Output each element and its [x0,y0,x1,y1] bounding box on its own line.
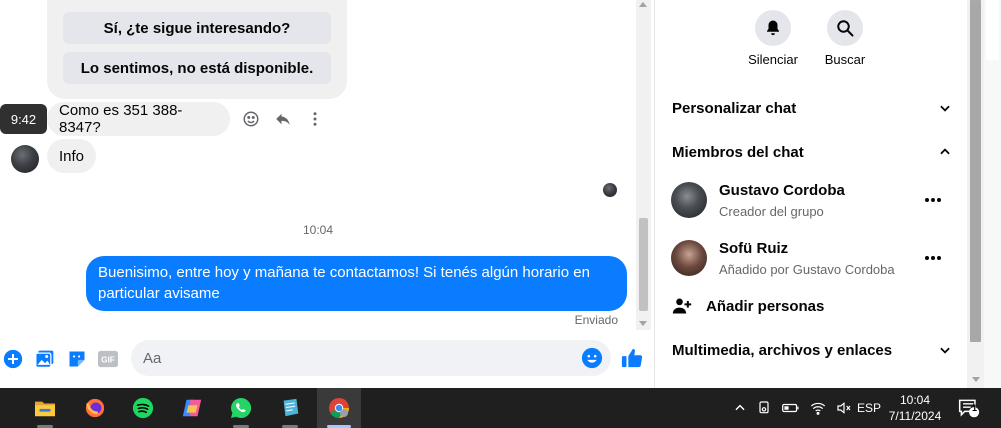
message-input[interactable] [131,340,551,376]
chevron-up-icon [735,404,745,411]
more-options-icon[interactable] [923,250,943,266]
more-icon[interactable] [304,108,326,130]
incoming-message[interactable]: Info [47,139,96,173]
chrome-icon[interactable] [317,388,361,428]
scroll-thumb[interactable] [970,0,981,342]
avatar[interactable] [671,240,707,276]
add-icon[interactable] [2,348,24,370]
quick-reply-interested-button[interactable]: Sí, ¿te sigue interesando? [63,12,331,44]
clock-time: 10:04 [899,393,931,407]
whatsapp-icon[interactable] [219,388,263,428]
avatar[interactable] [671,182,707,218]
search-label: Buscar [824,52,866,67]
more-options-icon[interactable] [923,192,943,208]
mute-action[interactable]: Silenciar [733,10,813,67]
sender-avatar[interactable] [11,145,39,173]
section-title: Miembros del chat [672,143,804,161]
chat-info-panel: Silenciar Buscar Personalizar chat Miemb… [655,0,967,388]
gif-icon[interactable]: GIF [97,348,119,370]
member-role: Creador del grupo [719,204,824,219]
spotify-icon[interactable] [121,388,165,428]
image-icon[interactable] [34,348,56,370]
chevron-down-icon [940,347,950,354]
chat-pane: Sí, ¿te sigue interesando? Lo sentimos, … [0,0,636,388]
member-role: Añadido por Gustavo Cordoba [719,262,895,277]
system-tray [756,388,852,428]
chevron-up-icon [940,148,950,155]
chevron-down-icon [940,105,950,112]
member-name: Sofü Ruiz [719,240,789,257]
section-title: Personalizar chat [672,99,797,117]
notification-count: 1 [972,403,978,413]
scroll-thumb[interactable] [986,0,999,60]
search-action[interactable]: Buscar [805,10,885,67]
copilot-icon[interactable] [170,388,214,428]
language-indicator[interactable]: ESP [857,388,881,428]
read-receipt-avatar [603,183,617,197]
emoji-icon[interactable] [581,347,603,369]
quick-reply-card: Sí, ¿te sigue interesando? Lo sentimos, … [47,0,347,99]
member-row[interactable]: Gustavo Cordoba Creador del grupo [671,182,956,222]
quick-reply-unavailable-button[interactable]: Lo sentimos, no está disponible. [63,52,331,84]
media-files-links-section[interactable]: Multimedia, archivos y enlaces [672,335,952,365]
notepad-icon[interactable] [268,388,312,428]
browser-scrollbar[interactable] [984,0,1001,388]
firefox-icon[interactable] [73,388,117,428]
wifi-icon[interactable] [810,400,826,416]
member-name: Gustavo Cordoba [719,182,845,199]
incoming-message[interactable]: Como es 351 388-8347? [47,102,230,136]
windows-taskbar: ESP 10:04 7/11/2024 1 [0,388,1001,428]
message-input-wrapper[interactable] [131,340,611,376]
scroll-down-arrow-icon[interactable] [639,321,647,326]
scroll-up-arrow-icon[interactable] [639,2,647,7]
add-people-label: Añadir personas [706,297,825,315]
like-icon[interactable] [620,346,644,370]
search-icon[interactable] [827,10,863,46]
system-clock[interactable]: 10:04 7/11/2024 [880,392,950,424]
file-explorer-icon[interactable] [23,388,67,428]
composer: GIF [0,336,654,380]
clock-date: 7/11/2024 [888,409,942,423]
sticker-icon[interactable] [66,348,88,370]
message-actions [240,108,326,130]
device-icon[interactable] [756,400,772,416]
add-person-icon [672,298,692,314]
gif-label: GIF [101,356,115,365]
panel-scrollbar[interactable] [967,0,984,388]
member-row[interactable]: Sofü Ruiz Añadido por Gustavo Cordoba [671,240,956,280]
react-icon[interactable] [240,108,262,130]
scroll-down-arrow-icon[interactable] [972,377,980,382]
customize-chat-section[interactable]: Personalizar chat [672,93,952,123]
chat-scrollbar[interactable] [636,0,651,330]
battery-icon[interactable] [782,400,800,416]
reply-icon[interactable] [272,108,294,130]
notification-center[interactable]: 1 [958,388,980,428]
timestamp: 10:04 [302,223,334,237]
show-hidden-icons[interactable] [733,388,747,428]
bell-icon[interactable] [755,10,791,46]
message-status: Enviado [574,313,618,327]
section-title: Multimedia, archivos y enlaces [672,341,893,359]
add-people-button[interactable]: Añadir personas [672,293,824,319]
chat-members-section[interactable]: Miembros del chat [672,137,952,167]
outgoing-message[interactable]: Buenisimo, entre hoy y mañana te contact… [86,256,627,311]
message-time-tooltip: 9:42 [0,104,47,134]
volume-muted-icon[interactable] [836,400,852,416]
scroll-thumb[interactable] [639,218,648,311]
mute-label: Silenciar [748,52,798,67]
screen: Sí, ¿te sigue interesando? Lo sentimos, … [0,0,1001,428]
